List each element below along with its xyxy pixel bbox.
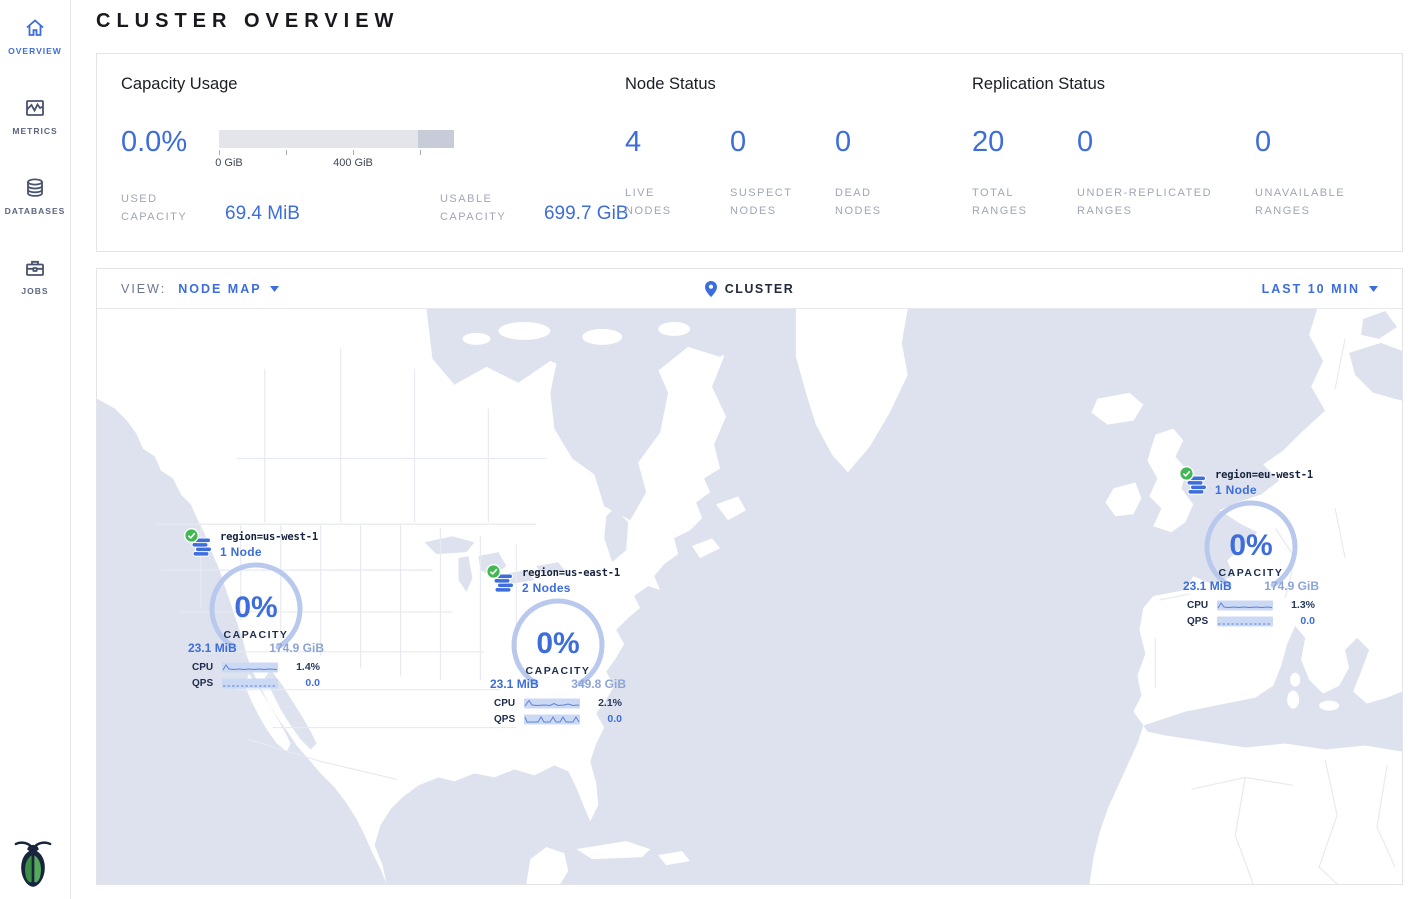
unavailable-ranges-stat: 0 UNAVAILABLE RANGES: [1255, 128, 1385, 220]
cpu-sparkline: [1217, 600, 1273, 611]
total-capacity: 349.8 GiB: [571, 677, 626, 691]
healthy-check-icon: [1179, 466, 1194, 481]
sidebar-item-jobs[interactable]: JOBS: [0, 240, 70, 320]
region-label: region=us-west-1: [220, 531, 326, 543]
svg-text:0%: 0%: [1229, 529, 1272, 562]
node-status-title: Node Status: [625, 75, 972, 94]
svg-text:0%: 0%: [536, 627, 579, 660]
cpu-sparkline: [524, 698, 580, 709]
chevron-down-icon: [1369, 286, 1378, 292]
chevron-down-icon: [270, 286, 279, 292]
locality-breadcrumb[interactable]: CLUSTER: [640, 281, 860, 297]
locality-card-us-east-1[interactable]: region=us-east-1 2 Nodes 0% CAPACITY 23.…: [488, 567, 628, 729]
sidebar-item-label: OVERVIEW: [8, 46, 62, 56]
used-capacity: 23.1 MiB: [490, 677, 539, 691]
svg-text:0%: 0%: [234, 591, 277, 624]
page-title: CLUSTER OVERVIEW: [96, 10, 399, 33]
svg-text:CAPACITY: CAPACITY: [1219, 567, 1284, 579]
capacity-axis-tick: 400 GiB: [333, 157, 373, 169]
svg-text:CAPACITY: CAPACITY: [526, 665, 591, 677]
locality-label: CLUSTER: [725, 282, 795, 296]
capacity-bar-tail: [418, 130, 454, 148]
capacity-usage-title: Capacity Usage: [121, 75, 625, 94]
database-icon: [23, 176, 47, 200]
replication-status-title: Replication Status: [972, 75, 1402, 94]
metrics-chart-icon: [23, 96, 47, 120]
qps-metric-row: QPS 0.0: [192, 677, 320, 689]
capacity-percent: 0.0%: [121, 128, 219, 157]
cpu-sparkline: [222, 662, 278, 673]
dead-nodes-stat: 0 DEAD NODES: [835, 128, 940, 220]
main-content: CLUSTER OVERVIEW Capacity Usage 0.0% 0 G…: [71, 0, 1418, 899]
briefcase-icon: [23, 256, 47, 280]
cpu-metric-row: CPU 2.1%: [494, 697, 622, 709]
healthy-check-icon: [184, 528, 199, 543]
region-label: region=us-east-1: [522, 567, 628, 579]
cluster-summary-panel: Capacity Usage 0.0% 0 GiB 400 GiB: [96, 53, 1403, 252]
view-label: VIEW:: [121, 282, 166, 296]
qps-sparkline: [1217, 616, 1273, 627]
region-label: region=eu-west-1: [1215, 469, 1321, 481]
qps-metric-row: QPS 0.0: [1187, 615, 1315, 627]
qps-sparkline: [222, 678, 278, 689]
locality-card-eu-west-1[interactable]: region=eu-west-1 1 Node 0% CAPACITY 23.1…: [1181, 469, 1321, 631]
used-capacity: 23.1 MiB: [1183, 579, 1232, 593]
cockroachdb-logo[interactable]: [14, 837, 52, 887]
view-value: NODE MAP: [178, 282, 261, 296]
view-dropdown[interactable]: VIEW: NODE MAP: [121, 282, 279, 296]
usable-capacity-label: USABLE CAPACITY: [440, 191, 528, 226]
sidebar-item-metrics[interactable]: METRICS: [0, 80, 70, 160]
qps-sparkline: [524, 714, 580, 725]
live-nodes-stat: 4 LIVE NODES: [625, 128, 730, 220]
used-capacity: 23.1 MiB: [188, 641, 237, 655]
svg-text:CAPACITY: CAPACITY: [224, 629, 289, 641]
sidebar: OVERVIEW METRICS DATABASES JOBS: [0, 0, 71, 899]
suspect-nodes-stat: 0 SUSPECT NODES: [730, 128, 835, 220]
replication-status-section: Replication Status 20 TOTAL RANGES 0 UND…: [972, 54, 1402, 251]
sidebar-item-label: METRICS: [12, 126, 57, 136]
map-pin-icon: [705, 281, 717, 297]
time-range-value: LAST 10 MIN: [1262, 282, 1360, 296]
used-capacity-value: 69.4 MiB: [225, 203, 300, 225]
total-ranges-stat: 20 TOTAL RANGES: [972, 128, 1077, 220]
time-range-dropdown[interactable]: LAST 10 MIN: [1262, 282, 1378, 296]
used-capacity-label: USED CAPACITY: [121, 191, 209, 226]
healthy-check-icon: [486, 564, 501, 579]
sidebar-item-label: DATABASES: [5, 206, 66, 216]
node-map-panel: VIEW: NODE MAP CLUSTER LAST 10 MIN: [96, 268, 1403, 885]
capacity-axis-tick: 0 GiB: [215, 157, 243, 169]
node-status-section: Node Status 4 LIVE NODES 0 SUSPECT NODES…: [625, 54, 972, 251]
cpu-metric-row: CPU 1.4%: [192, 661, 320, 673]
world-map[interactable]: region=us-west-1 1 Node 0% CAPACITY 23.1…: [97, 309, 1402, 884]
home-icon: [23, 16, 47, 40]
cpu-metric-row: CPU 1.3%: [1187, 599, 1315, 611]
map-toolbar: VIEW: NODE MAP CLUSTER LAST 10 MIN: [97, 269, 1402, 309]
total-capacity: 174.9 GiB: [1264, 579, 1319, 593]
sidebar-item-overview[interactable]: OVERVIEW: [0, 0, 70, 80]
capacity-bar: 0 GiB 400 GiB: [219, 130, 454, 169]
under-replicated-ranges-stat: 0 UNDER-REPLICATED RANGES: [1077, 128, 1255, 220]
locality-card-us-west-1[interactable]: region=us-west-1 1 Node 0% CAPACITY 23.1…: [186, 531, 326, 693]
sidebar-item-label: JOBS: [21, 286, 48, 296]
sidebar-item-databases[interactable]: DATABASES: [0, 160, 70, 240]
total-capacity: 174.9 GiB: [269, 641, 324, 655]
capacity-usage-section: Capacity Usage 0.0% 0 GiB 400 GiB: [97, 54, 625, 251]
qps-metric-row: QPS 0.0: [494, 713, 622, 725]
usable-capacity-value: 699.7 GiB: [544, 203, 629, 225]
